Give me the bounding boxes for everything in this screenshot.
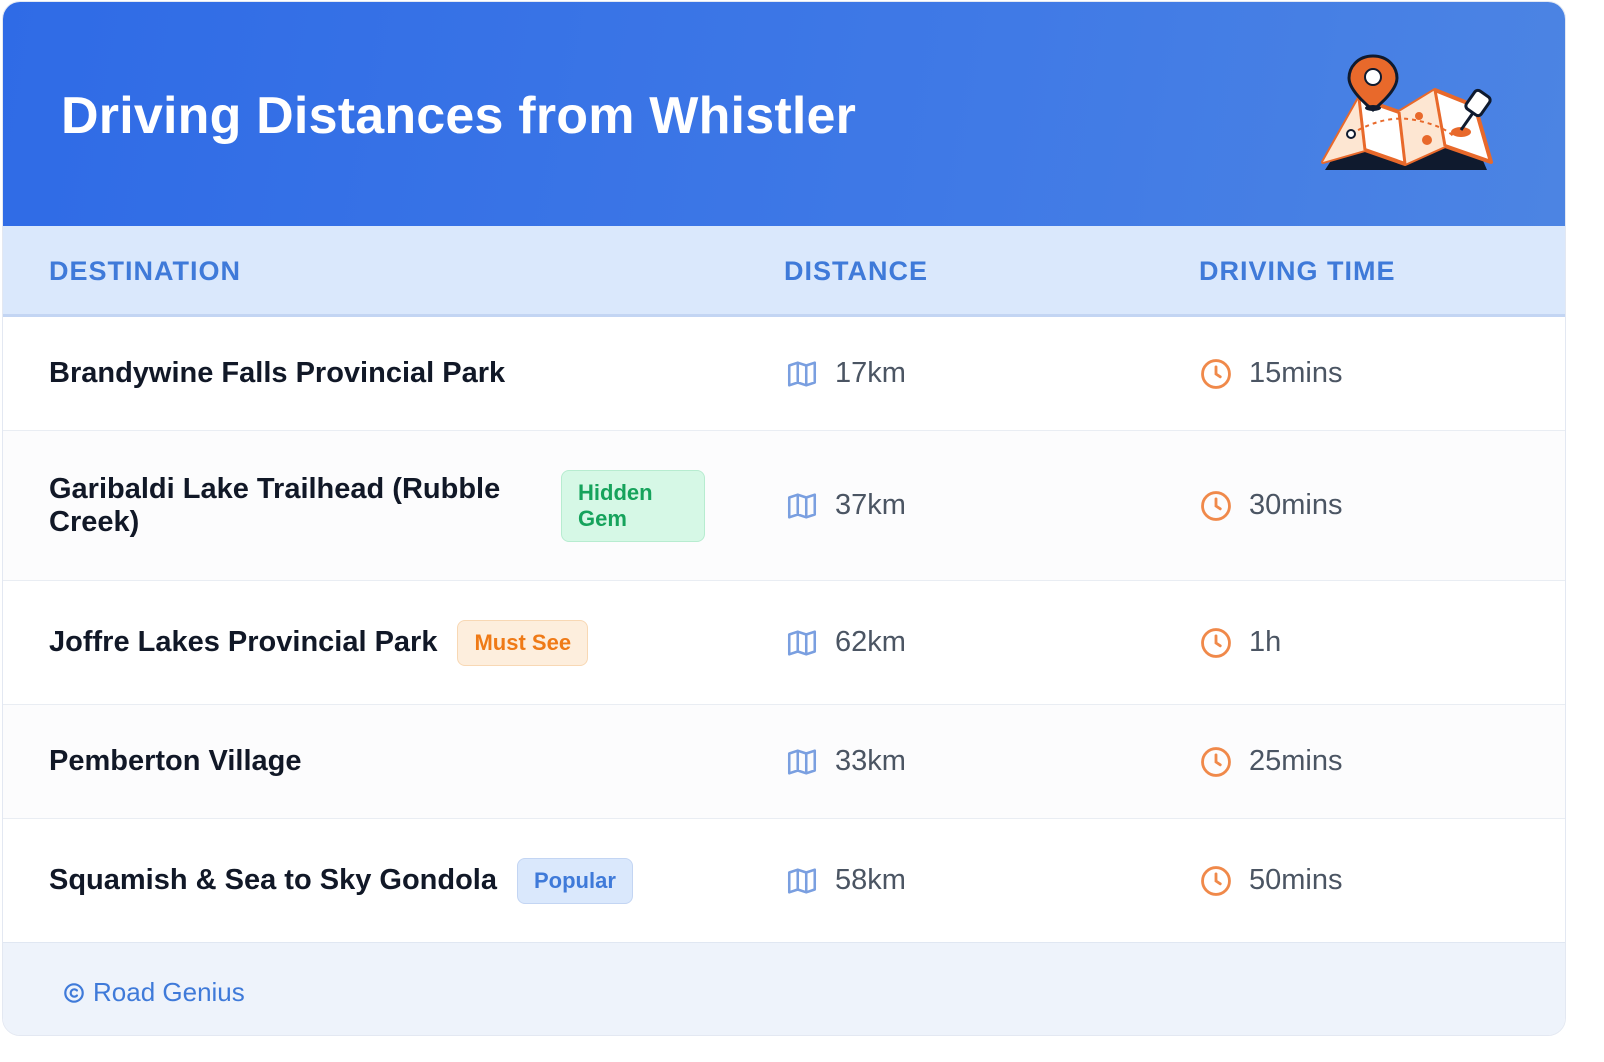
distance-value: 62km: [835, 626, 906, 658]
clock-icon: [1201, 490, 1231, 521]
column-header-driving-time[interactable]: DRIVING TIME: [1199, 256, 1396, 287]
distances-card: Driving Distances from Whistler DESTINAT…: [2, 1, 1566, 1036]
distance-cell: 33km: [785, 705, 906, 818]
table-row: Joffre Lakes Provincial Park Must See 62…: [3, 581, 1565, 705]
destination-name: Squamish & Sea to Sky Gondola: [49, 864, 497, 896]
clock-icon: [1201, 358, 1231, 389]
distance-cell: 62km: [785, 581, 906, 704]
must-see-badge: Must See: [457, 619, 589, 666]
hidden-gem-badge: Hidden Gem: [561, 469, 705, 542]
table-row: Pemberton Village 33km 25mins: [3, 705, 1565, 819]
popular-badge: Popular: [517, 857, 633, 904]
map-icon: [787, 492, 817, 519]
destination-cell: Garibaldi Lake Trailhead (Rubble Creek) …: [49, 431, 749, 580]
distance-cell: 37km: [785, 431, 906, 580]
time-value: 15mins: [1249, 357, 1343, 389]
distance-value: 58km: [835, 864, 906, 896]
table-row: Squamish & Sea to Sky Gondola Popular 58…: [3, 819, 1565, 942]
page-title: Driving Distances from Whistler: [61, 87, 857, 145]
destination-cell: Joffre Lakes Provincial Park Must See: [49, 581, 749, 704]
table-header: DESTINATION DISTANCE DRIVING TIME: [3, 226, 1565, 317]
time-cell: 1h: [1199, 581, 1281, 704]
destination-name: Pemberton Village: [49, 745, 302, 777]
destination-cell: Pemberton Village: [49, 705, 749, 818]
card-footer: Road Genius: [3, 942, 1565, 1035]
destination-name: Joffre Lakes Provincial Park: [49, 626, 438, 658]
destination-cell: Brandywine Falls Provincial Park: [49, 317, 749, 430]
map-with-location-pin-icon: [1321, 54, 1493, 170]
time-cell: 50mins: [1199, 819, 1343, 942]
distance-value: 37km: [835, 489, 906, 521]
distance-value: 33km: [835, 745, 906, 777]
time-value: 50mins: [1249, 864, 1343, 896]
column-header-distance[interactable]: DISTANCE: [784, 256, 928, 287]
destination-cell: Squamish & Sea to Sky Gondola Popular: [49, 819, 749, 942]
map-icon: [787, 629, 817, 656]
time-cell: 15mins: [1199, 317, 1343, 430]
clock-icon: [1201, 746, 1231, 777]
clock-icon: [1201, 865, 1231, 896]
map-icon: [787, 867, 817, 894]
map-icon: [787, 748, 817, 775]
table-row: Garibaldi Lake Trailhead (Rubble Creek) …: [3, 431, 1565, 581]
clock-icon: [1201, 627, 1231, 658]
time-cell: 25mins: [1199, 705, 1343, 818]
copyright-icon: [64, 982, 84, 1003]
card-header: Driving Distances from Whistler: [3, 2, 1565, 226]
destination-name: Garibaldi Lake Trailhead (Rubble Creek): [49, 472, 501, 538]
time-value: 30mins: [1249, 489, 1343, 521]
distance-cell: 58km: [785, 819, 906, 942]
time-value: 1h: [1249, 626, 1282, 658]
table-row: Brandywine Falls Provincial Park 17km 15…: [3, 317, 1565, 431]
distance-value: 17km: [835, 357, 906, 389]
distance-cell: 17km: [785, 317, 906, 430]
time-cell: 30mins: [1199, 431, 1343, 580]
map-icon: [787, 360, 817, 387]
credit[interactable]: Road Genius: [63, 977, 245, 1008]
time-value: 25mins: [1249, 745, 1343, 777]
destination-name: Brandywine Falls Provincial Park: [49, 357, 506, 389]
column-header-destination[interactable]: DESTINATION: [49, 256, 241, 287]
credit-label: Road Genius: [93, 977, 245, 1007]
